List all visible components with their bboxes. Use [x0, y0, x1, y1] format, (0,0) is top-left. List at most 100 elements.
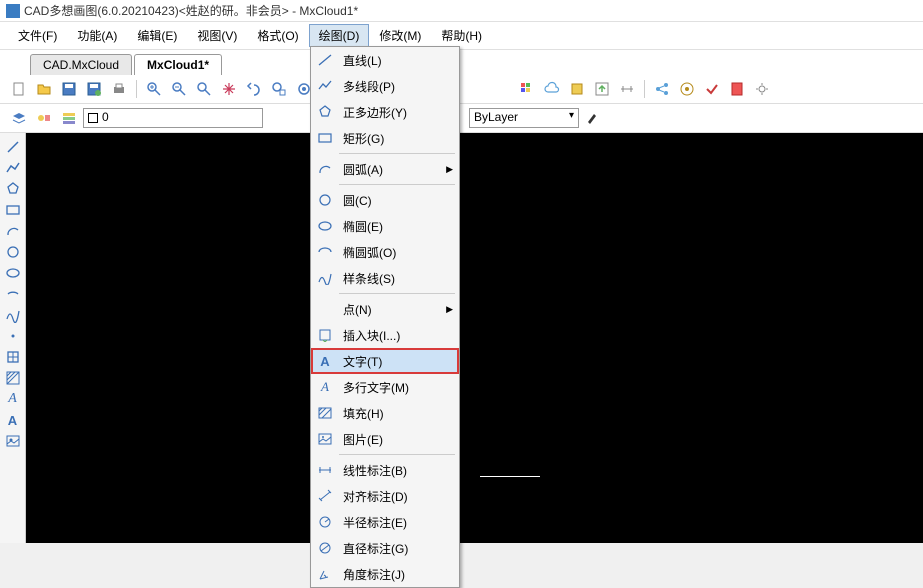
save-icon[interactable]	[58, 78, 80, 100]
pdf-icon[interactable]	[726, 78, 748, 100]
menu-help[interactable]: 帮助(H)	[431, 24, 492, 47]
menu-item-polyline[interactable]: 多线段(P)	[311, 73, 459, 99]
share-icon[interactable]	[651, 78, 673, 100]
polygon-tool-icon[interactable]	[3, 179, 23, 199]
draw-tool-strip: A A	[0, 133, 26, 543]
menu-item-aligned-dim[interactable]: 对齐标注(D)	[311, 483, 459, 509]
text-icon: A	[315, 352, 335, 370]
arc-icon	[315, 160, 335, 178]
main-toolbar	[0, 75, 923, 104]
polyline-icon	[315, 77, 335, 95]
separator	[339, 184, 455, 185]
menu-view[interactable]: 视图(V)	[187, 24, 247, 47]
menu-item-arc[interactable]: 圆弧(A) ▶	[311, 156, 459, 182]
hatch-tool-icon[interactable]	[3, 368, 23, 388]
color-icon[interactable]	[582, 107, 604, 129]
insert-block-icon	[315, 326, 335, 344]
ellipse-arc-icon	[315, 243, 335, 261]
menu-item-diameter-dim[interactable]: 直径标注(G)	[311, 535, 459, 561]
menu-item-point[interactable]: 点(N) ▶	[311, 296, 459, 322]
ellipse-arc-tool-icon[interactable]	[3, 284, 23, 304]
polygon-icon	[315, 103, 335, 121]
line-icon	[315, 51, 335, 69]
undo-icon[interactable]	[243, 78, 265, 100]
rectangle-icon	[315, 129, 335, 147]
menu-item-image[interactable]: 图片(E)	[311, 426, 459, 452]
palette-icon[interactable]	[516, 78, 538, 100]
pan-icon[interactable]	[218, 78, 240, 100]
window-title: CAD多想画图(6.0.20210423)<姓赵的研。非会员> - MxClou…	[24, 2, 358, 19]
menu-format[interactable]: 格式(O)	[247, 24, 308, 47]
menu-item-angular-dim[interactable]: 角度标注(J)	[311, 561, 459, 587]
layer-selector[interactable]: 0	[83, 108, 263, 128]
layer-manager-icon[interactable]	[58, 107, 80, 129]
properties-toolbar: 0 ByLayer	[0, 104, 923, 133]
menu-file[interactable]: 文件(F)	[8, 24, 67, 47]
menu-item-linear-dim[interactable]: 线性标注(B)	[311, 457, 459, 483]
linetype-selector[interactable]: ByLayer	[469, 108, 579, 128]
point-tool-icon[interactable]	[3, 326, 23, 346]
zoom-out-icon[interactable]	[168, 78, 190, 100]
menu-item-circle[interactable]: 圆(C)	[311, 187, 459, 213]
submenu-arrow-icon: ▶	[446, 164, 453, 175]
menu-item-ellipse-arc[interactable]: 椭圆弧(O)	[311, 239, 459, 265]
menu-item-radius-dim[interactable]: 半径标注(E)	[311, 509, 459, 535]
ellipse-icon	[315, 217, 335, 235]
check-icon[interactable]	[701, 78, 723, 100]
menu-bar: 文件(F) 功能(A) 编辑(E) 视图(V) 格式(O) 绘图(D) 修改(M…	[0, 21, 923, 50]
disc-icon[interactable]	[676, 78, 698, 100]
document-tabs: CAD.MxCloud MxCloud1*	[0, 50, 923, 75]
menu-edit[interactable]: 编辑(E)	[127, 24, 187, 47]
mtext-tool-icon[interactable]: A	[3, 389, 23, 409]
separator	[339, 153, 455, 154]
polyline-tool-icon[interactable]	[3, 158, 23, 178]
text-tool-icon[interactable]: A	[3, 410, 23, 430]
menu-item-ellipse[interactable]: 椭圆(E)	[311, 213, 459, 239]
radius-dim-icon	[315, 513, 335, 531]
tab-mxcloud1[interactable]: MxCloud1*	[134, 54, 222, 75]
zoom-in-icon[interactable]	[143, 78, 165, 100]
menu-draw[interactable]: 绘图(D)	[309, 24, 370, 47]
drawing-canvas[interactable]	[26, 133, 923, 543]
export-icon[interactable]	[591, 78, 613, 100]
angular-dim-icon	[315, 565, 335, 583]
menu-item-polygon[interactable]: 正多边形(Y)	[311, 99, 459, 125]
hatch-icon	[315, 404, 335, 422]
save-as-icon[interactable]	[83, 78, 105, 100]
menu-item-insert-block[interactable]: 插入块(I...)	[311, 322, 459, 348]
menu-item-rectangle[interactable]: 矩形(G)	[311, 125, 459, 151]
ellipse-tool-icon[interactable]	[3, 263, 23, 283]
zoom-extents-icon[interactable]	[193, 78, 215, 100]
block-tool-icon[interactable]	[3, 347, 23, 367]
dim-icon[interactable]	[616, 78, 638, 100]
zoom-window-icon[interactable]	[268, 78, 290, 100]
new-file-icon[interactable]	[8, 78, 30, 100]
mtext-icon: A	[315, 378, 335, 396]
circle-tool-icon[interactable]	[3, 242, 23, 262]
tab-cad-mxcloud[interactable]: CAD.MxCloud	[30, 54, 132, 75]
spline-tool-icon[interactable]	[3, 305, 23, 325]
cloud-icon[interactable]	[541, 78, 563, 100]
spline-icon	[315, 269, 335, 287]
menu-item-hatch[interactable]: 填充(H)	[311, 400, 459, 426]
menu-item-mtext[interactable]: A 多行文字(M)	[311, 374, 459, 400]
line-tool-icon[interactable]	[3, 137, 23, 157]
open-file-icon[interactable]	[33, 78, 55, 100]
print-icon[interactable]	[108, 78, 130, 100]
menu-item-text[interactable]: A 文字(T)	[311, 348, 459, 374]
main-area: A A	[0, 133, 923, 543]
menu-function[interactable]: 功能(A)	[67, 24, 127, 47]
menu-item-spline[interactable]: 样条线(S)	[311, 265, 459, 291]
arc-tool-icon[interactable]	[3, 221, 23, 241]
tool-a-icon[interactable]	[566, 78, 588, 100]
menu-modify[interactable]: 修改(M)	[369, 24, 431, 47]
layers-icon[interactable]	[8, 107, 30, 129]
image-tool-icon[interactable]	[3, 431, 23, 451]
draw-menu-dropdown: 直线(L) 多线段(P) 正多边形(Y) 矩形(G) 圆弧(A) ▶ 圆(C) …	[310, 46, 460, 588]
layer-states-icon[interactable]	[33, 107, 55, 129]
separator	[339, 293, 455, 294]
settings-icon[interactable]	[751, 78, 773, 100]
menu-item-line[interactable]: 直线(L)	[311, 47, 459, 73]
rectangle-tool-icon[interactable]	[3, 200, 23, 220]
image-icon	[315, 430, 335, 448]
